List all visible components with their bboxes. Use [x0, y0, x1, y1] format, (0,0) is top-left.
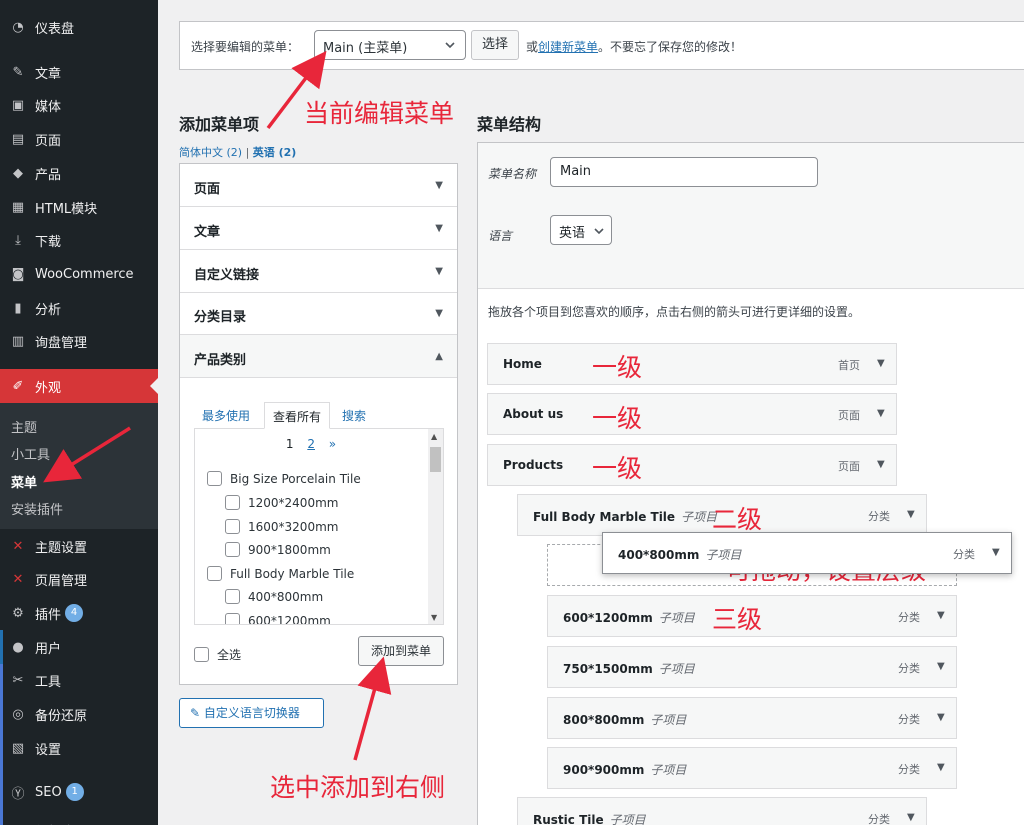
annotation-arrows [43, 50, 392, 761]
annotation-add-hint: 选中添加到右侧 [270, 773, 446, 802]
menu-item-type: 分类 [953, 548, 975, 561]
arrow-to-add-button [353, 656, 392, 761]
annotation-level1: 一级 [592, 404, 643, 433]
annotation-level1: 一级 [592, 454, 643, 483]
tab-view-all[interactable]: 查看所有 [264, 402, 331, 429]
expand-arrow-icon[interactable]: ▼ [992, 547, 1000, 558]
menu-item[interactable]: 400*800mm 子项目 分类 ▼ [602, 532, 1012, 574]
annotation-level1: 一级 [592, 353, 643, 382]
arrow-to-menus-item [43, 426, 131, 483]
menu-item-title: 400*800mm 子项目 [618, 548, 742, 562]
annotation-level2: 二级 [712, 505, 763, 534]
menu-item-sublabel: 子项目 [705, 548, 742, 562]
annotation-level3: 三级 [712, 605, 763, 634]
annotation-current-menu: 当前编辑菜单 [304, 99, 455, 128]
